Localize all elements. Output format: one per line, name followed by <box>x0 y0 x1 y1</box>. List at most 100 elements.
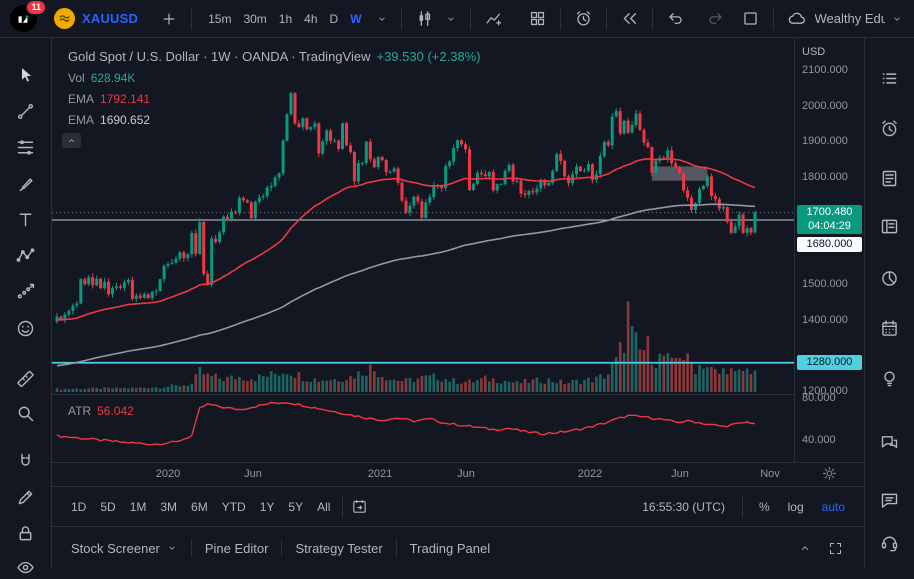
zoom-icon[interactable] <box>15 403 37 425</box>
price-axis-label: 2100.000 <box>802 64 848 76</box>
price-axis-label: 1400.000 <box>802 314 848 326</box>
calendar-icon[interactable] <box>879 318 901 340</box>
current-price-badge: 1700.480 <box>797 205 862 220</box>
range-button-6M[interactable]: 6M <box>184 496 215 518</box>
ema-fast-value: 1792.141 <box>100 92 150 106</box>
brush-icon[interactable] <box>15 173 37 195</box>
alert-button[interactable] <box>571 6 596 31</box>
cloud-sync-button[interactable] <box>784 6 810 32</box>
panel-collapse-button[interactable] <box>795 538 815 558</box>
range-button-1D[interactable]: 1D <box>64 496 93 518</box>
hotlist-icon[interactable] <box>879 268 901 290</box>
auto-scale-button[interactable]: auto <box>815 496 852 518</box>
undo-button[interactable] <box>663 6 688 31</box>
magnet-icon[interactable] <box>15 451 37 473</box>
ema-slow-legend-row[interactable]: EMA 1690.652 <box>62 112 156 128</box>
symbol-title-row[interactable]: Gold Spot / U.S. Dollar · 1W · OANDA · T… <box>62 48 487 65</box>
tradingview-logo[interactable]: 11 <box>10 5 37 32</box>
symbol-title: Gold Spot / U.S. Dollar · 1W · OANDA · T… <box>68 49 370 64</box>
forecast-icon[interactable] <box>15 281 37 303</box>
interval-button-4h[interactable]: 4h <box>298 8 323 30</box>
tab-trading-panel[interactable]: Trading Panel <box>397 535 503 562</box>
right-sidebar-toolbar <box>864 38 914 569</box>
data-window-icon[interactable] <box>879 216 901 238</box>
legend-collapse-button[interactable] <box>62 133 81 148</box>
time-axis-label: 2022 <box>578 468 602 480</box>
pattern-icon[interactable] <box>15 245 37 267</box>
bar-replay-button[interactable] <box>617 6 642 31</box>
price-axis[interactable]: USD 1700.480 04:04:29 1680.000 1280.000 … <box>794 38 864 462</box>
atr-axis-label: 40.000 <box>802 434 836 446</box>
price-change: +39.530 (+2.38%) <box>376 49 480 64</box>
watchlist-icon[interactable] <box>879 68 901 90</box>
interval-button-15m[interactable]: 15m <box>202 8 237 30</box>
percent-scale-button[interactable]: % <box>752 496 777 518</box>
news-icon[interactable] <box>879 168 901 190</box>
alert-clock-icon[interactable] <box>879 118 901 140</box>
layout-grid-button[interactable] <box>525 6 550 31</box>
range-button-5D[interactable]: 5D <box>93 496 122 518</box>
ema-fast-legend-row[interactable]: EMA 1792.141 <box>62 91 156 107</box>
time-axis[interactable]: 2020Jun2021Jun2022JunNov <box>52 462 864 486</box>
interval-button-30m[interactable]: 30m <box>237 8 272 30</box>
price-axis-label: 2000.000 <box>802 100 848 112</box>
redo-button[interactable] <box>703 6 728 31</box>
tab-stock-screener[interactable]: Stock Screener <box>58 535 191 562</box>
interval-button-W[interactable]: W <box>344 8 367 30</box>
range-button-1Y[interactable]: 1Y <box>253 496 282 518</box>
range-button-3M[interactable]: 3M <box>153 496 184 518</box>
comments-icon[interactable] <box>879 490 901 512</box>
interval-chevron-down-icon[interactable] <box>373 10 391 28</box>
bar-countdown-badge: 04:04:29 <box>797 219 862 234</box>
volume-legend-row[interactable]: Vol 628.94K <box>62 70 141 86</box>
trendline-icon[interactable] <box>15 101 37 123</box>
emoji-icon[interactable] <box>15 318 37 340</box>
time-axis-label: Nov <box>760 468 780 480</box>
symbol-search-button[interactable]: XAUUSD <box>54 8 138 29</box>
go-to-date-button[interactable] <box>348 495 371 518</box>
clock[interactable]: 16:55:30 (UTC) <box>634 500 733 514</box>
range-button-5Y[interactable]: 5Y <box>281 496 310 518</box>
layout-name[interactable]: Wealthy Educ... <box>815 11 885 26</box>
chat-icon[interactable] <box>879 432 901 454</box>
drawing-toolbar <box>0 38 52 569</box>
ruler-icon[interactable] <box>15 368 37 390</box>
volume-label: Vol <box>68 71 85 85</box>
interval-button-D[interactable]: D <box>324 8 345 30</box>
price-axis-currency[interactable]: USD <box>802 46 825 58</box>
cursor-icon[interactable] <box>15 65 37 87</box>
chart-pane[interactable]: Gold Spot / U.S. Dollar · 1W · OANDA · T… <box>52 38 794 462</box>
interval-button-1h[interactable]: 1h <box>273 8 298 30</box>
ema-slow-value: 1690.652 <box>100 113 150 127</box>
ideas-icon[interactable] <box>879 368 901 390</box>
range-button-YTD[interactable]: YTD <box>215 496 253 518</box>
symbol-name: XAUUSD <box>82 11 138 26</box>
snapshot-button[interactable] <box>738 6 763 31</box>
divider <box>652 8 653 30</box>
text-icon[interactable] <box>15 209 37 231</box>
atr-legend[interactable]: ATR 56.042 <box>62 403 140 419</box>
price-axis-label: 1800.000 <box>802 171 848 183</box>
help-icon[interactable] <box>879 532 901 554</box>
edit-icon[interactable] <box>15 487 37 509</box>
add-symbol-button[interactable] <box>157 7 181 31</box>
time-axis-label: 2020 <box>156 468 180 480</box>
tab-strategy-tester[interactable]: Strategy Tester <box>282 535 395 562</box>
chart-type-candles-button[interactable] <box>412 6 437 31</box>
divider <box>742 496 743 518</box>
chart-settings-gear-icon[interactable] <box>821 465 838 482</box>
log-scale-button[interactable]: log <box>781 496 811 518</box>
tab-pine-editor[interactable]: Pine Editor <box>192 535 282 562</box>
range-button-All[interactable]: All <box>310 496 337 518</box>
divider <box>191 8 192 30</box>
lock-icon[interactable] <box>15 523 37 545</box>
price-axis-label: 1900.000 <box>802 135 848 147</box>
layout-chevron-down-icon[interactable] <box>890 12 904 26</box>
divider <box>773 8 774 30</box>
compare-button[interactable] <box>481 6 506 31</box>
fib-retracement-icon[interactable] <box>15 137 37 159</box>
panel-maximize-button[interactable] <box>825 538 846 559</box>
chart-type-chevron-down-icon[interactable] <box>442 10 460 28</box>
eye-icon[interactable] <box>15 557 37 579</box>
range-button-1M[interactable]: 1M <box>123 496 154 518</box>
